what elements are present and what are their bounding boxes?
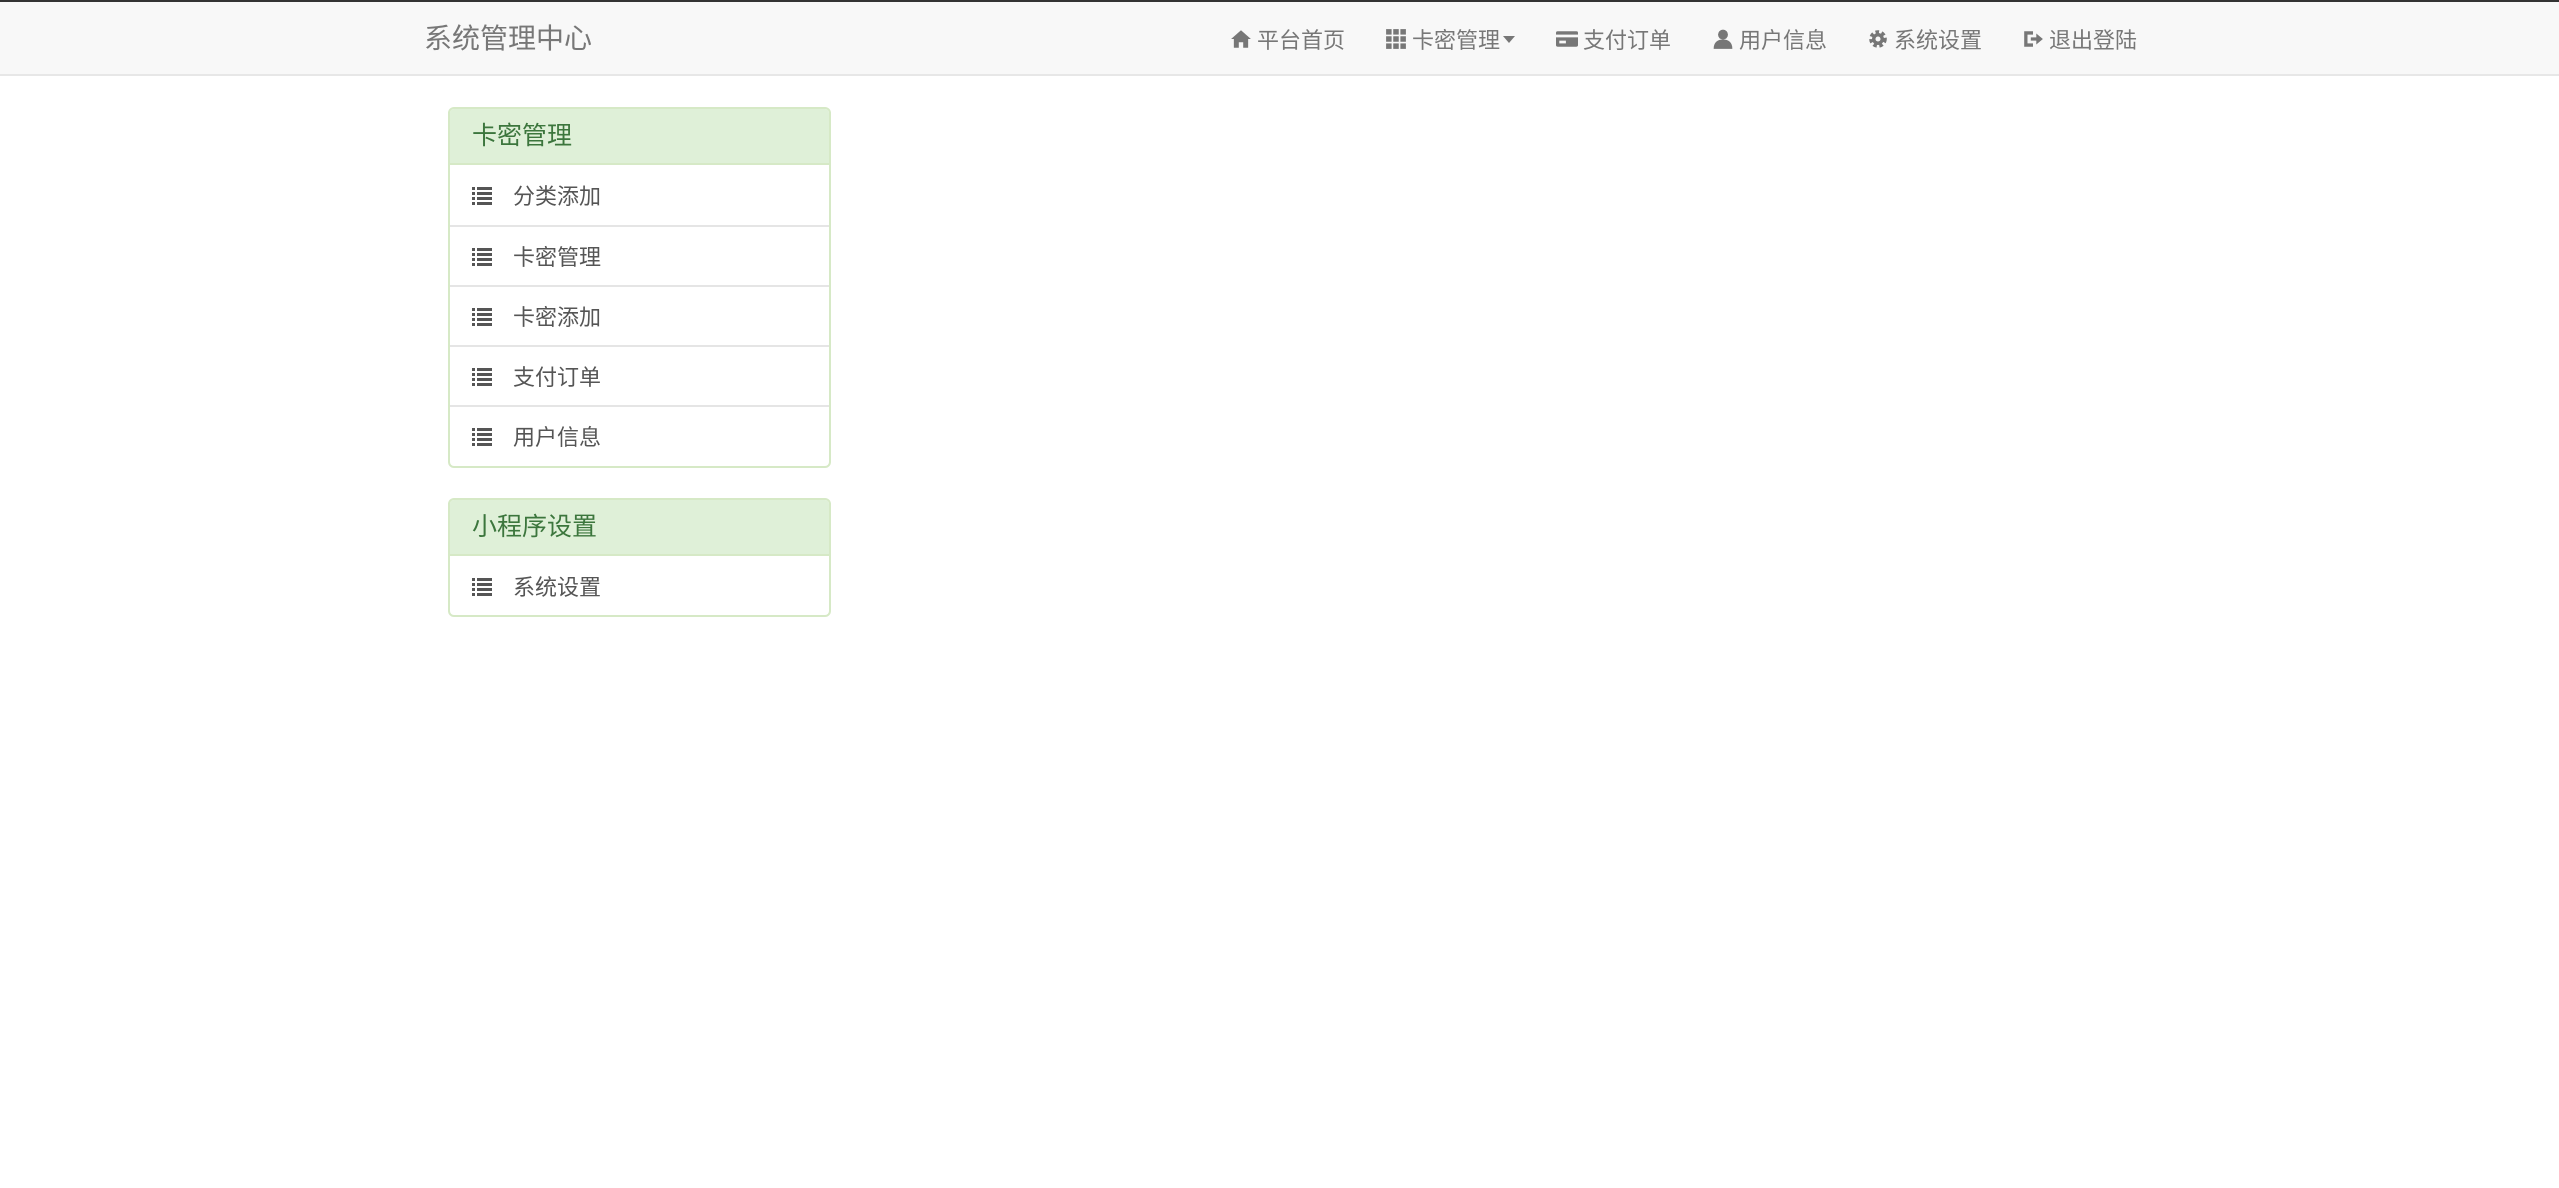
- sidebar-item-card-management[interactable]: 卡密管理: [450, 225, 829, 285]
- nav-logout-label: 退出登陆: [2049, 29, 2138, 54]
- sidebar-item-label: 卡密管理: [513, 246, 602, 271]
- sidebar-item-label: 系统设置: [513, 576, 602, 601]
- nav-home[interactable]: 平台首页: [1230, 2, 1345, 76]
- gear-icon: [1867, 28, 1889, 50]
- sidebar-item-system-settings[interactable]: 系统设置: [450, 556, 829, 615]
- panel-heading: 卡密管理: [450, 109, 829, 165]
- list-icon: [472, 576, 492, 596]
- sidebar-item-card-add[interactable]: 卡密添加: [450, 285, 829, 345]
- navbar: 系统管理中心 平台首页 卡密管理 支付订单 用户信息 系统设置 退出登陆: [0, 2, 2559, 76]
- sidebar-item-label: 支付订单: [513, 366, 602, 391]
- home-icon: [1230, 28, 1252, 50]
- nav-system-settings[interactable]: 系统设置: [1867, 2, 1982, 76]
- brand-title[interactable]: 系统管理中心: [424, 2, 592, 76]
- caret-down-icon: [1503, 35, 1516, 43]
- logout-icon: [2022, 28, 2044, 50]
- list-icon: [472, 185, 492, 205]
- sidebar-item-label: 分类添加: [513, 185, 602, 210]
- list-icon: [472, 246, 492, 266]
- nav-card-management-label: 卡密管理: [1412, 29, 1501, 54]
- sidebar-item-label: 用户信息: [513, 426, 602, 451]
- list-icon: [472, 426, 492, 446]
- grid-icon: [1385, 28, 1407, 50]
- nav-home-label: 平台首页: [1257, 29, 1346, 54]
- list-icon: [472, 306, 492, 326]
- list-icon: [472, 366, 492, 386]
- credit-card-icon: [1556, 28, 1578, 50]
- nav-card-management-dropdown[interactable]: 卡密管理: [1385, 2, 1516, 76]
- nav-user-info-label: 用户信息: [1739, 29, 1828, 54]
- nav-logout[interactable]: 退出登陆: [2022, 2, 2137, 76]
- user-icon: [1712, 28, 1734, 50]
- sidebar-item-payment-orders[interactable]: 支付订单: [450, 345, 829, 405]
- panel-heading: 小程序设置: [450, 500, 829, 556]
- nav-payment-orders[interactable]: 支付订单: [1556, 2, 1671, 76]
- panel-card-management: 卡密管理 分类添加 卡密管理 卡密添加 支付订单 用户信息: [448, 107, 831, 468]
- sidebar-item-label: 卡密添加: [513, 306, 602, 331]
- sidebar-item-user-info[interactable]: 用户信息: [450, 405, 829, 465]
- nav-user-info[interactable]: 用户信息: [1712, 2, 1827, 76]
- nav-payment-orders-label: 支付订单: [1583, 29, 1672, 54]
- nav-system-settings-label: 系统设置: [1894, 29, 1983, 54]
- panel-miniprogram-settings: 小程序设置 系统设置: [448, 498, 831, 617]
- sidebar-item-category-add[interactable]: 分类添加: [450, 165, 829, 225]
